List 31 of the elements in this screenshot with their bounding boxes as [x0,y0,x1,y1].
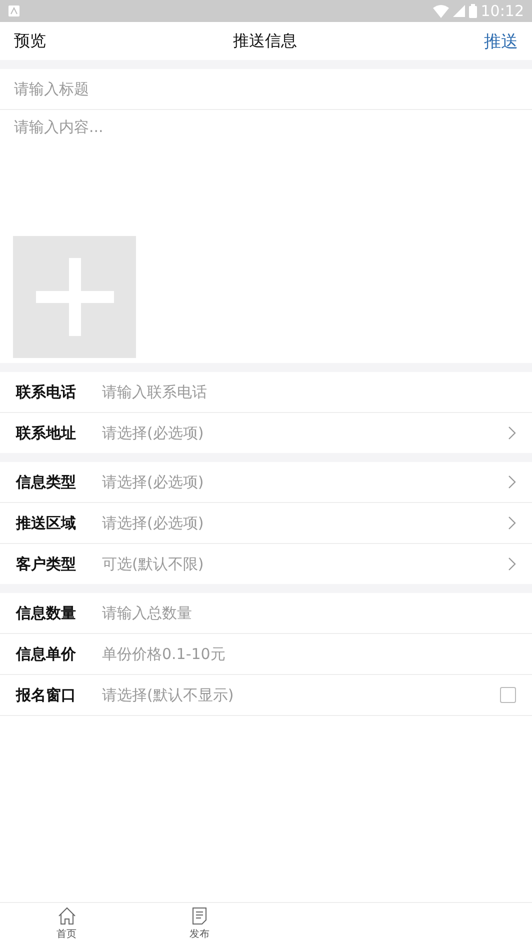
preview-button[interactable]: 预览 [14,30,46,52]
field-label: 信息数量 [16,604,77,622]
field-label: 信息单价 [16,644,77,664]
home-icon [58,906,76,924]
document-icon [192,906,207,924]
chevron-right-icon [508,557,516,571]
chevron-right-icon [508,426,516,440]
field-label: 客户类型 [16,554,77,574]
field-label: 联系电话 [16,382,77,402]
field-label: 推送区域 [16,514,77,532]
tab-bar-item[interactable]: 首页 [0,903,133,944]
select-field[interactable]: 请选择(默认不显示) [102,686,486,704]
chevron-right-icon [508,516,516,530]
chevron-right-icon [508,475,516,489]
field-label: 信息类型 [16,472,77,492]
tab-bar-item[interactable]: 发布 [133,903,266,944]
field-label: 报名窗口 [16,686,77,704]
select-field[interactable]: 请选择(必选项) [102,514,494,532]
field-label: 联系地址 [16,424,77,442]
push-button[interactable]: 推送 [484,30,518,52]
wifi-icon [432,4,449,18]
notification-icon [8,5,20,17]
add-image-button[interactable] [13,236,136,358]
plus-icon [36,258,114,336]
select-field[interactable]: 请选择(必选项) [102,424,494,442]
select-field[interactable]: 请选择(必选项) [102,472,494,492]
battery-icon [468,4,477,18]
page-title: 推送信息 [233,30,297,52]
select-field[interactable]: 可选(默认不限) [102,554,494,574]
signal-icon [452,5,465,17]
checkbox[interactable] [500,687,516,703]
